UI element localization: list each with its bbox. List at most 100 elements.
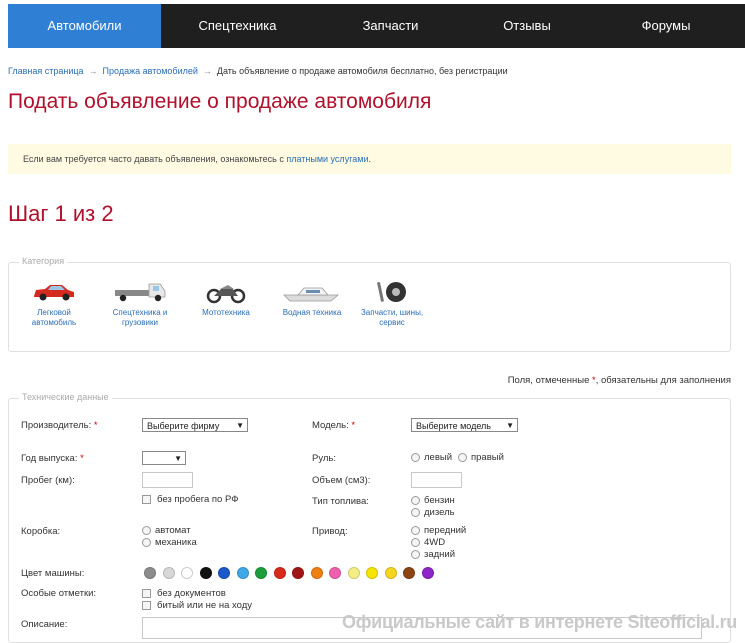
required-note-before: Поля, отмеченные — [507, 375, 592, 386]
paid-services-notice: Если вам требуется часто давать объявлен… — [8, 144, 731, 174]
color-swatch[interactable] — [329, 567, 341, 579]
manufacturer-select-value: Выберите фирму — [147, 421, 220, 431]
radio-button — [411, 549, 420, 559]
color-swatch[interactable] — [181, 567, 193, 579]
nav-item-special-equipment[interactable]: Спецтехника — [161, 4, 314, 48]
tire-wrench-icon — [377, 281, 406, 302]
steering-right-label: правый — [471, 452, 504, 463]
drive-option-label: задний — [424, 549, 456, 560]
no-mileage-rf-checkbox[interactable]: без пробега по РФ — [142, 494, 238, 505]
manufacturer-label: Производитель: * — [21, 420, 98, 431]
truck-icon — [115, 283, 166, 302]
category-label: Легковой автомобиль — [31, 308, 77, 327]
color-swatch[interactable] — [199, 567, 212, 579]
special-option-label: битый или не на ходу — [157, 600, 253, 611]
year-label: Год выпуска: * — [21, 453, 84, 464]
tech-data-legend: Технические данные — [19, 392, 112, 402]
year-label-text: Год выпуска: — [21, 453, 78, 464]
color-swatch[interactable] — [292, 567, 304, 579]
drive-4wd-radio[interactable]: 4WD — [411, 537, 445, 548]
year-select[interactable]: ▼ — [142, 451, 186, 465]
category-label: Мототехника — [202, 308, 250, 317]
model-label-text: Модель: — [312, 420, 349, 431]
drive-option-label: передний — [424, 525, 467, 536]
color-swatch[interactable] — [421, 567, 434, 579]
color-label: Цвет машины: — [21, 568, 85, 579]
category-parts-tires[interactable]: Запчасти, шины, сервис — [357, 280, 427, 328]
nav-item-parts[interactable]: Запчасти — [314, 4, 467, 48]
category-moto[interactable]: Мототехника — [191, 280, 261, 318]
damaged-checkbox[interactable]: битый или не на ходу — [142, 600, 252, 611]
category-label: Запчасти, шины, сервис — [360, 308, 424, 327]
category-label: Водная техника — [282, 308, 342, 317]
page-title: Подать объявление о продаже автомобиля — [8, 90, 432, 113]
color-swatch[interactable] — [144, 567, 156, 579]
color-swatch[interactable] — [273, 567, 286, 579]
nav-item-reviews[interactable]: Отзывы — [467, 4, 587, 48]
color-swatch[interactable] — [366, 567, 378, 579]
model-select[interactable]: Выберите модель ▼ — [411, 418, 518, 432]
special-option-label: без документов — [157, 588, 226, 599]
steering-left-label: левый — [424, 452, 453, 463]
category-fieldset: Категория Легковой автомобиль Спецтехник… — [8, 256, 731, 352]
checkbox — [142, 600, 151, 610]
breadcrumb-current: Дать объявление о продаже автомобиля бес… — [216, 66, 508, 76]
checkbox — [142, 494, 151, 504]
special-marks-label: Особые отметки: — [21, 588, 97, 599]
chevron-down-icon: ▼ — [236, 421, 244, 430]
no-documents-checkbox[interactable]: без документов — [142, 588, 226, 599]
color-swatch[interactable] — [236, 567, 249, 579]
gearbox-option-label: автомат — [155, 525, 191, 536]
step-title: Шаг 1 из 2 — [8, 201, 114, 226]
breadcrumb-separator: → — [88, 66, 98, 76]
breadcrumb-separator: → — [202, 66, 212, 76]
gearbox-auto-radio[interactable]: автомат — [142, 525, 191, 536]
steering-right-radio[interactable]: правый — [458, 452, 504, 463]
category-passenger-car[interactable]: Легковой автомобиль — [19, 280, 89, 328]
fuel-diesel-radio[interactable]: дизель — [411, 507, 455, 518]
color-swatch[interactable] — [218, 567, 230, 579]
color-swatch[interactable] — [310, 567, 323, 579]
notice-text: Если вам требуется часто давать объявлен… — [23, 154, 287, 164]
color-swatch[interactable] — [347, 567, 360, 579]
fuel-petrol-radio[interactable]: бензин — [411, 495, 455, 506]
nav-item-forums[interactable]: Форумы — [587, 4, 745, 48]
color-swatch[interactable] — [255, 567, 267, 579]
breadcrumb-home-link[interactable]: Главная страница — [8, 66, 84, 76]
radio-button — [458, 452, 467, 462]
mileage-input[interactable] — [142, 472, 193, 488]
color-swatch[interactable] — [162, 567, 175, 579]
paid-services-link[interactable]: платными услугами — [286, 154, 368, 164]
required-star: * — [80, 453, 84, 464]
no-mileage-rf-label: без пробега по РФ — [157, 494, 239, 505]
breadcrumb-section-link[interactable]: Продажа автомобилей — [103, 66, 198, 76]
volume-input[interactable] — [411, 472, 462, 488]
nav-item-cars[interactable]: Автомобили — [8, 4, 161, 48]
gearbox-manual-radio[interactable]: механика — [142, 537, 197, 548]
required-fields-note: Поля, отмеченные *, обязательны для запо… — [508, 375, 731, 386]
watermark: Официальные сайт в интернете Siteofficia… — [342, 612, 737, 632]
boat-icon — [283, 287, 340, 302]
drive-rear-radio[interactable]: задний — [411, 549, 455, 560]
category-water[interactable]: Водная техника — [277, 280, 347, 318]
chevron-down-icon: ▼ — [506, 421, 514, 430]
category-label: Спецтехника и грузовики — [112, 308, 168, 327]
breadcrumb: Главная страница → Продажа автомобилей → Дат… — [8, 66, 508, 76]
required-note-after: , обязательны для заполнения — [595, 375, 731, 386]
manufacturer-select[interactable]: Выберите фирму ▼ — [142, 418, 248, 432]
radio-button — [142, 525, 151, 535]
mileage-label: Пробег (км): — [21, 475, 75, 486]
color-swatch[interactable] — [403, 567, 415, 579]
steering-label: Руль: — [312, 453, 337, 464]
radio-button — [411, 495, 420, 505]
drive-front-radio[interactable]: передний — [411, 525, 466, 536]
required-star: * — [351, 420, 356, 431]
model-label: Модель: * — [312, 420, 355, 431]
color-swatch[interactable] — [384, 567, 397, 579]
fuel-option-label: бензин — [424, 495, 455, 506]
steering-left-radio[interactable]: левый — [411, 452, 452, 463]
fuel-label: Тип топлива: — [312, 496, 369, 507]
radio-button — [411, 537, 420, 547]
required-star: * — [93, 420, 98, 431]
category-special-trucks[interactable]: Спецтехника и грузовики — [105, 280, 175, 328]
